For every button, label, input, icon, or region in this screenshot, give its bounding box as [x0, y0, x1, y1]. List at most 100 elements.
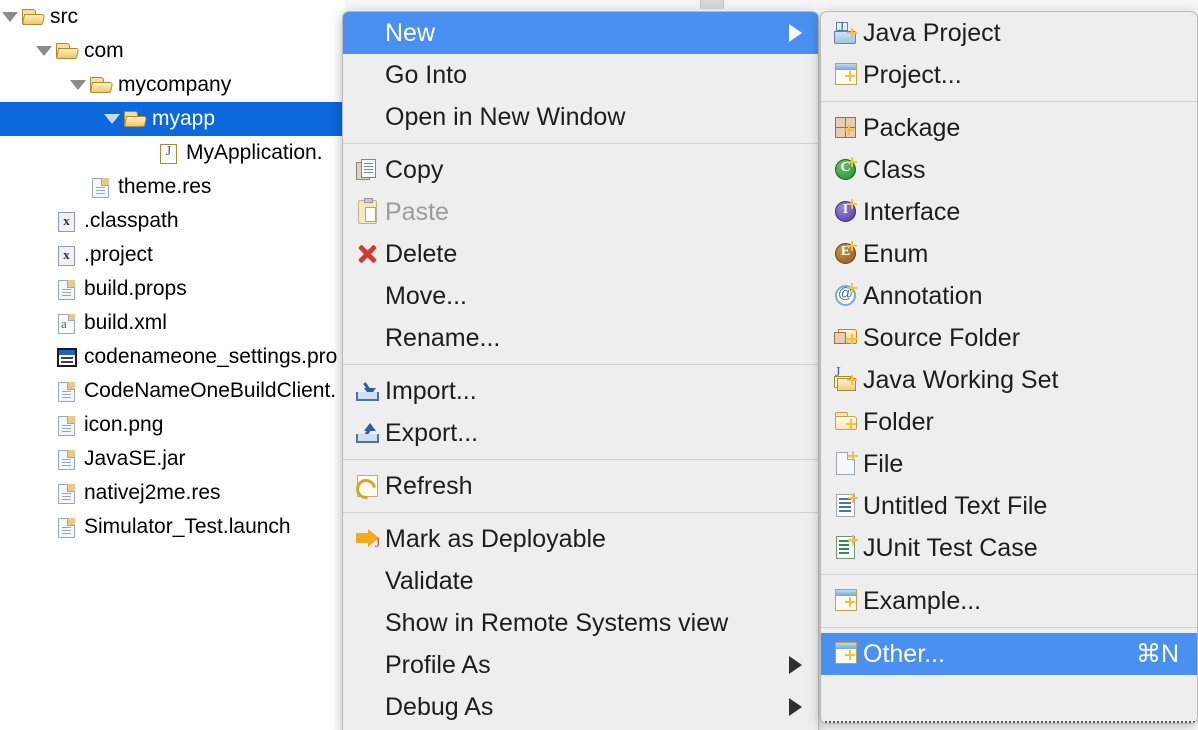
menu-item[interactable]: Open in New Window: [343, 96, 818, 138]
file-icon: [54, 510, 80, 544]
twisty-none: [34, 340, 54, 374]
menu-separator: [343, 459, 818, 460]
menu-item[interactable]: Export...: [343, 412, 818, 454]
menu-item[interactable]: JJava Working Set: [821, 359, 1197, 401]
menu-item[interactable]: Go Into: [343, 54, 818, 96]
file-icon: [88, 170, 114, 204]
menu-item[interactable]: Delete: [343, 233, 818, 275]
menu-item[interactable]: Annotation: [821, 275, 1197, 317]
twisty-expanded-icon[interactable]: [102, 102, 122, 136]
project-icon: [831, 580, 859, 622]
menu-item[interactable]: File: [821, 443, 1197, 485]
menu-item-label: New: [385, 19, 435, 48]
menu-item-label: Java Project: [863, 19, 1001, 48]
twisty-none: [34, 408, 54, 442]
menu-item[interactable]: Untitled Text File: [821, 485, 1197, 527]
tree-row-label: codenameone_settings.pro: [80, 345, 337, 369]
menu-item[interactable]: Paste: [343, 191, 818, 233]
tree-row[interactable]: com: [0, 34, 345, 68]
menu-item[interactable]: Other...⌘N: [821, 633, 1197, 675]
tree-row-label: .project: [80, 243, 153, 267]
tree-row[interactable]: icon.png: [0, 408, 345, 442]
delete-icon: [353, 233, 381, 275]
menu-item[interactable]: Refresh: [343, 465, 818, 507]
tree-row-label: .classpath: [80, 209, 179, 233]
twisty-expanded-icon[interactable]: [34, 34, 54, 68]
menu-item[interactable]: New: [343, 12, 818, 54]
new-submenu[interactable]: JJava ProjectProject...PackageClassInter…: [820, 11, 1198, 724]
menu-item-label: Delete: [385, 240, 457, 269]
menu-item-label: Annotation: [863, 282, 983, 311]
menu-item[interactable]: Debug As: [343, 686, 818, 728]
tree-row[interactable]: src: [0, 0, 345, 34]
source-folder-icon: [831, 317, 859, 359]
twisty-expanded-icon[interactable]: [0, 0, 20, 34]
enum-icon: [831, 233, 859, 275]
menu-item[interactable]: Move...: [343, 275, 818, 317]
menu-item[interactable]: Rename...: [343, 317, 818, 359]
menu-item[interactable]: Show in Remote Systems view: [343, 602, 818, 644]
menu-item-label: Copy: [385, 156, 443, 185]
menu-item[interactable]: JUnit Test Case: [821, 527, 1197, 569]
menu-item[interactable]: JMark as Deployable: [343, 518, 818, 560]
menu-item-label: Show in Remote Systems view: [385, 609, 728, 638]
ant-file-icon: [54, 306, 80, 340]
tree-row[interactable]: CodeNameOneBuildClient.: [0, 374, 345, 408]
tree-row[interactable]: theme.res: [0, 170, 345, 204]
menu-item[interactable]: Example...: [821, 580, 1197, 622]
menu-item[interactable]: Copy: [343, 149, 818, 191]
menu-item-label: Import...: [385, 377, 477, 406]
folder-open-icon: [54, 34, 80, 68]
tree-row[interactable]: Simulator_Test.launch: [0, 510, 345, 544]
menu-item[interactable]: Package: [821, 107, 1197, 149]
tree-row-label: com: [80, 39, 124, 63]
menu-item[interactable]: Project...: [821, 54, 1197, 96]
menu-separator: [343, 512, 818, 513]
tree-row[interactable]: codenameone_settings.pro: [0, 340, 345, 374]
folder-icon: [831, 401, 859, 443]
twisty-none: [68, 170, 88, 204]
tree-row-label: MyApplication.: [182, 141, 323, 165]
text-file-icon: [831, 485, 859, 527]
menu-item[interactable]: Enum: [821, 233, 1197, 275]
twisty-none: [34, 238, 54, 272]
menu-item[interactable]: Profile As: [343, 644, 818, 686]
project-context-menu[interactable]: New Go Into Open in New Window Copy Paste Del…: [342, 11, 819, 730]
menu-item-label: Source Folder: [863, 324, 1020, 353]
import-icon: [353, 370, 381, 412]
file-icon: [54, 442, 80, 476]
menu-item-label: Export...: [385, 419, 478, 448]
tree-row[interactable]: MyApplication.: [0, 136, 345, 170]
tree-row[interactable]: mycompany: [0, 68, 345, 102]
java-project-icon: J: [831, 12, 859, 54]
menu-item-label: JUnit Test Case: [863, 534, 1038, 563]
menu-item[interactable]: Source Folder: [821, 317, 1197, 359]
menu-item-label: Untitled Text File: [863, 492, 1047, 521]
tree-row[interactable]: nativej2me.res: [0, 476, 345, 510]
file-icon: [54, 408, 80, 442]
window-resize-nub[interactable]: [700, 0, 724, 9]
tree-row[interactable]: JavaSE.jar: [0, 442, 345, 476]
twisty-expanded-icon[interactable]: [68, 68, 88, 102]
menu-item[interactable]: Validate: [343, 560, 818, 602]
menu-item[interactable]: Folder: [821, 401, 1197, 443]
tree-row[interactable]: build.props: [0, 272, 345, 306]
menu-item-label: Open in New Window: [385, 103, 625, 132]
project-explorer-tree[interactable]: srccommycompanymyappMyApplication.theme.…: [0, 0, 345, 730]
file-icon: [54, 374, 80, 408]
tree-row[interactable]: .project: [0, 238, 345, 272]
project-icon: [831, 54, 859, 96]
tree-row[interactable]: build.xml: [0, 306, 345, 340]
menu-item[interactable]: JJava Project: [821, 12, 1197, 54]
tree-row[interactable]: .classpath: [0, 204, 345, 238]
tree-row-label: nativej2me.res: [80, 481, 221, 505]
annotation-icon: [831, 275, 859, 317]
menu-item[interactable]: Interface: [821, 191, 1197, 233]
menu-item-label: Class: [863, 156, 926, 185]
submenu-arrow-icon: [789, 698, 802, 716]
menu-item[interactable]: Class: [821, 149, 1197, 191]
menu-item-label: Enum: [863, 240, 928, 269]
menu-item[interactable]: Import...: [343, 370, 818, 412]
menu-item-label: Debug As: [385, 693, 493, 722]
submenu-arrow-icon: [789, 24, 802, 42]
